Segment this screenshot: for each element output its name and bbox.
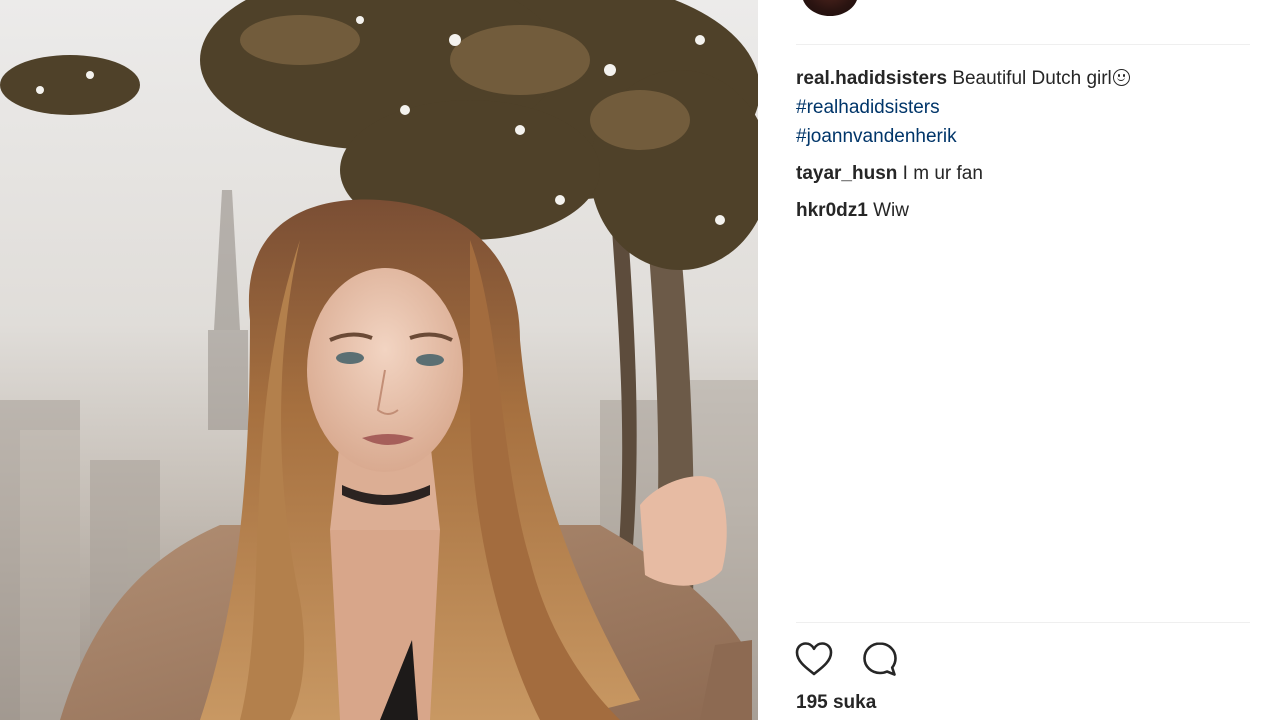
comment-text: Wiw xyxy=(873,200,909,221)
comment-username[interactable]: tayar_husn xyxy=(796,163,897,184)
avatar[interactable] xyxy=(802,0,858,16)
comment-item: hkr0dz1 Wiw xyxy=(796,196,1250,225)
slightly-smiling-face-icon xyxy=(1112,69,1130,86)
post-actions xyxy=(794,640,900,678)
likes-label: suka xyxy=(832,692,877,713)
like-button[interactable] xyxy=(794,640,834,678)
comment-text: I m ur fan xyxy=(902,163,983,184)
caption-text: Beautiful Dutch girl xyxy=(952,68,1112,89)
header-divider xyxy=(796,44,1250,45)
comment-username[interactable]: hkr0dz1 xyxy=(796,200,868,221)
post-side-panel: real.hadidsisters Beautiful Dutch girl #… xyxy=(758,0,1280,720)
comments-section: real.hadidsisters Beautiful Dutch girl #… xyxy=(796,64,1250,225)
instagram-post: real.hadidsisters Beautiful Dutch girl #… xyxy=(0,0,1280,720)
heart-icon xyxy=(795,642,833,676)
portrait-photo-illustration xyxy=(0,0,758,720)
likes-count[interactable]: 195 suka xyxy=(796,692,876,714)
caption: real.hadidsisters Beautiful Dutch girl #… xyxy=(796,64,1250,151)
actions-divider xyxy=(796,622,1250,623)
likes-number: 195 xyxy=(796,692,828,713)
comment-button[interactable] xyxy=(860,640,900,678)
comment-bubble-icon xyxy=(863,642,897,676)
hashtag-link[interactable]: #joannvandenherik xyxy=(796,122,1250,151)
hashtag-link[interactable]: #realhadidsisters xyxy=(796,93,1250,122)
comment-item: tayar_husn I m ur fan xyxy=(796,159,1250,188)
caption-username[interactable]: real.hadidsisters xyxy=(796,68,947,89)
post-photo[interactable] xyxy=(0,0,758,720)
